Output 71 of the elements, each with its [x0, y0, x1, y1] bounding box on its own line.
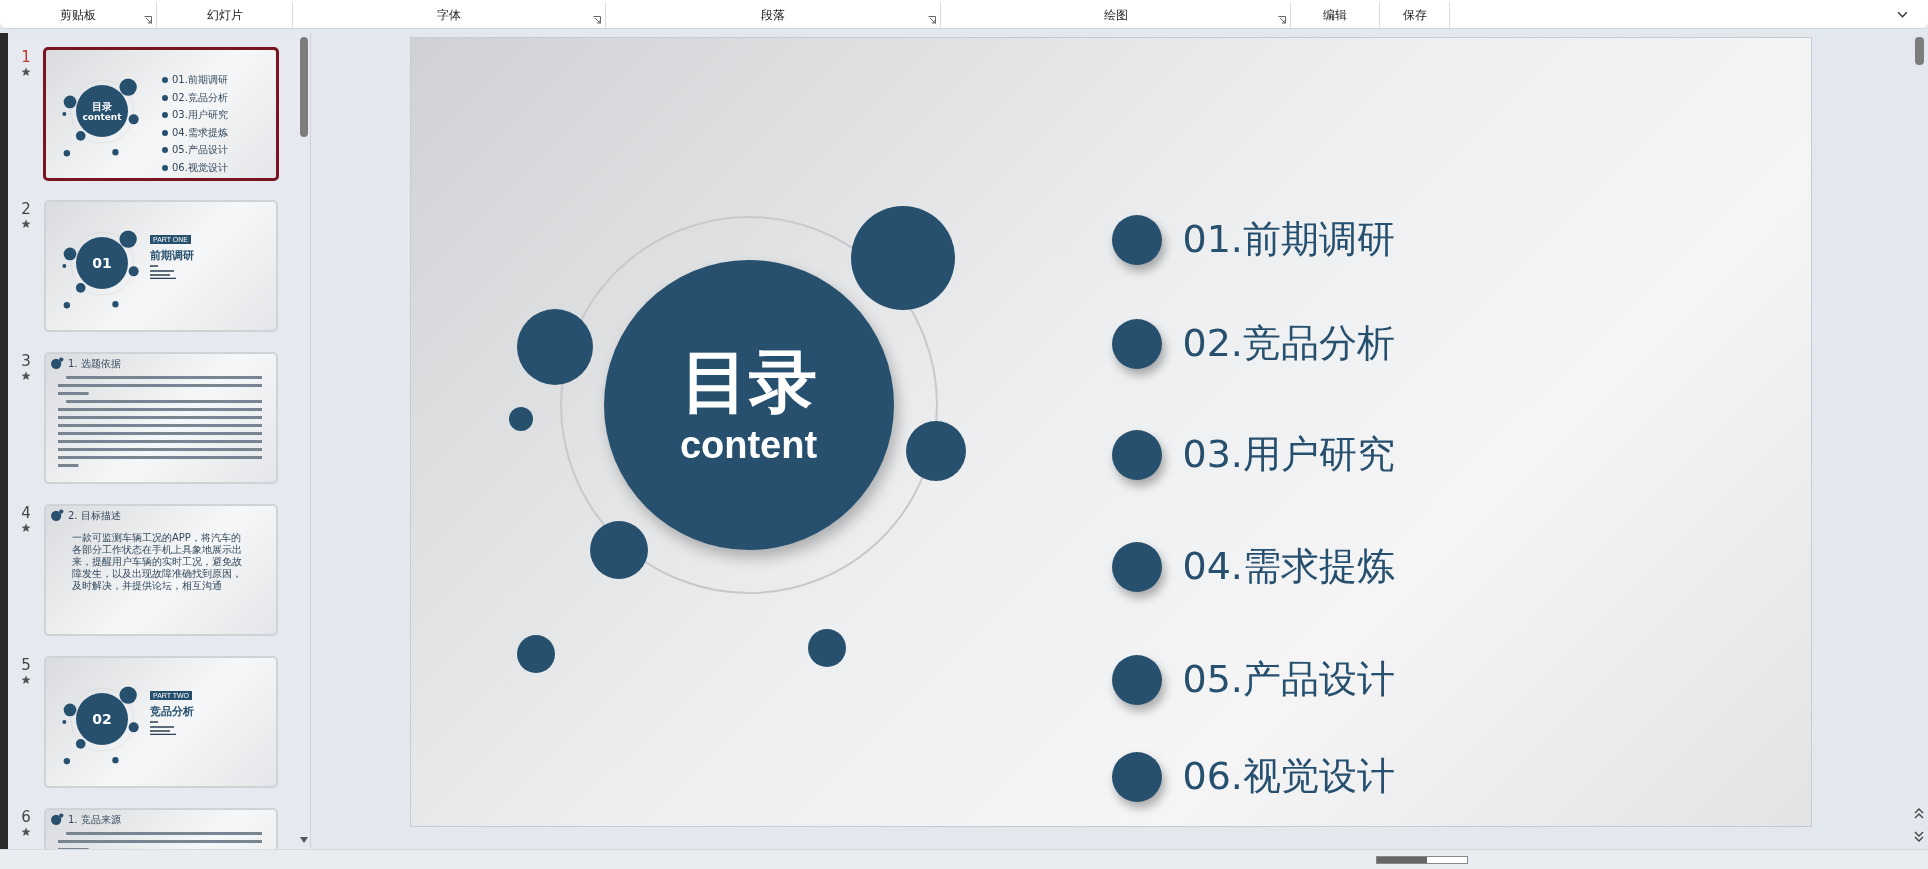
slide-number: 6 — [21, 809, 31, 825]
star-icon — [21, 675, 31, 685]
dialog-launcher-icon[interactable] — [144, 16, 152, 24]
contents-item: 05.产品设计 — [1182, 656, 1395, 702]
slide-number: 1 — [21, 49, 31, 65]
slide-title: 1. 竞品来源 — [68, 813, 121, 827]
section-title: 前期调研 — [150, 248, 194, 263]
star-icon — [21, 371, 31, 381]
slide-thumbnail[interactable]: 1. 竞品来源 — [44, 808, 278, 849]
star-icon — [21, 67, 31, 77]
ribbon-group-label: 剪贴板 — [60, 6, 96, 24]
bullet-dot-icon — [162, 164, 168, 171]
contents-item: 02.竞品分析 — [172, 91, 228, 104]
ribbon-group-label: 段落 — [761, 6, 785, 24]
bullet-dot-icon — [162, 112, 168, 118]
contents-heading: 目录 — [92, 100, 112, 112]
contents-item: 06.视觉设计 — [1182, 753, 1395, 799]
ribbon-group-label: 绘图 — [1103, 6, 1128, 24]
bullet-dot-icon — [162, 94, 168, 101]
contents-item: 03.用户研究 — [1182, 431, 1395, 477]
slide-number: 2 — [21, 201, 31, 217]
contents-subheading: content — [679, 423, 818, 468]
contents-subheading: content — [82, 111, 122, 122]
bullet-dot-icon — [1111, 319, 1162, 369]
contents-item: 04.需求提炼 — [1182, 543, 1395, 589]
scroll-down-icon[interactable] — [300, 837, 308, 843]
contents-item: 03.用户研究 — [172, 109, 228, 121]
section-number: 02 — [92, 711, 112, 727]
bullet-dot-icon — [1111, 215, 1162, 265]
star-icon — [21, 827, 31, 837]
slide-number: 3 — [21, 353, 31, 369]
bullet-dot-icon — [1111, 655, 1162, 705]
contents-item: 01.前期调研 — [172, 74, 228, 86]
dialog-launcher-icon[interactable] — [928, 16, 936, 24]
ribbon-group-label: 幻灯片 — [206, 6, 243, 24]
contents-item: 02.竞品分析 — [1182, 320, 1395, 366]
slide-title: 1. 选题依据 — [68, 357, 121, 371]
slide-thumbnail[interactable]: 2. 目标描述 一款可监测车辆工况的APP，将汽车的各部分工作状态在手机上具象地展示出来，提醒用户车辆的实时工况，避免故障发生，以及出现故障准确找到原因，及时解决，并提供论坛，相互沟通 — [44, 504, 278, 636]
contents-item: 06.视觉设计 — [172, 161, 228, 174]
section-number: 01 — [92, 255, 112, 271]
ribbon-group-label: 字体 — [437, 6, 461, 24]
slide-thumbnail[interactable]: 目录 content 01.前期调研 02.竞品分析 03.用户研究 04.需求提炼 05.产品设计 06.视觉设计 — [43, 47, 279, 181]
bullet-dot-icon — [162, 77, 168, 83]
contents-item: 04.需求提炼 — [172, 126, 228, 139]
bullet-dot-icon — [1111, 542, 1162, 592]
bullet-dot-icon — [162, 147, 168, 153]
dialog-launcher-icon[interactable] — [1278, 16, 1286, 24]
circle-icon — [50, 509, 64, 521]
contents-item: 01.前期调研 — [1182, 216, 1395, 262]
ribbon-group-label: 编辑 — [1323, 6, 1347, 24]
ribbon-group-label: 保存 — [1402, 6, 1427, 24]
slide-number: 5 — [21, 657, 31, 673]
slide-thumbnail[interactable]: 1. 选题依据 — [44, 352, 278, 484]
slide-body-text: 一款可监测车辆工况的APP，将汽车的各部分工作状态在手机上具象地展示出来，提醒用户车辆的实时工况，避免故障发生，以及出现故障准确找到原因，及时解决，并提供论坛，相互沟通 — [72, 532, 243, 592]
contents-item: 05.产品设计 — [172, 144, 228, 156]
zoom-slider[interactable] — [1376, 855, 1468, 864]
scrollbar-thumb[interactable] — [300, 37, 308, 137]
slide-number: 4 — [21, 505, 31, 521]
bullet-dot-icon — [162, 129, 168, 136]
slide-title: 2. 目标描述 — [68, 509, 121, 523]
circle-icon — [50, 813, 64, 825]
dialog-launcher-icon[interactable] — [593, 16, 601, 24]
bullet-dot-icon — [1111, 752, 1162, 802]
star-icon — [21, 219, 31, 229]
circle-icon — [50, 357, 64, 369]
star-icon — [21, 523, 31, 533]
section-title: 竞品分析 — [150, 704, 194, 719]
contents-heading: 目录 — [680, 342, 817, 422]
bullet-dot-icon — [1111, 430, 1162, 480]
scrollbar-thumb[interactable] — [1914, 37, 1924, 65]
collapse-ribbon-icon[interactable] — [1897, 11, 1908, 18]
